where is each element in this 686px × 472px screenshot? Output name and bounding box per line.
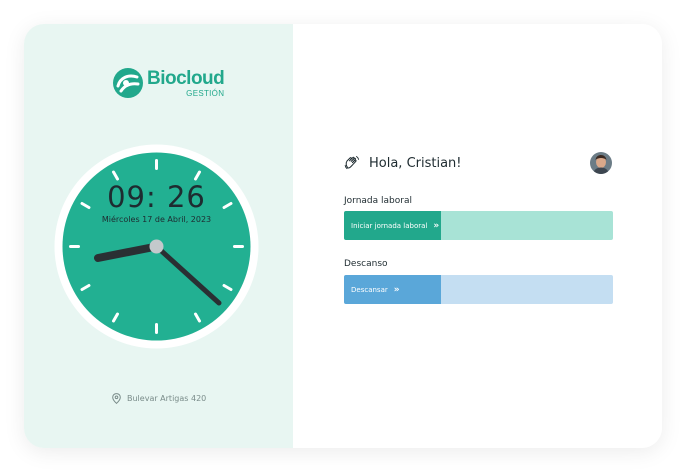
start-break-label: Descansar [351,285,388,294]
clock-center [149,239,164,254]
brand-logo: Biocloud GESTIÓN [112,67,225,99]
map-pin-icon [112,393,121,404]
start-break-button[interactable]: Descansar » [344,275,441,304]
brand-name: Biocloud [147,67,225,89]
user-avatar-icon [590,152,612,174]
double-chevron-right-icon: » [433,220,440,231]
brand-subtitle: GESTIÓN [186,88,225,98]
work-section-label: Jornada laboral [344,196,412,206]
biocloud-logo-icon [113,68,143,98]
app-card: Biocloud GESTIÓN 09: 26 Miércoles 17 de … [24,24,662,448]
analog-clock: 09: 26 Miércoles 17 de Abril, 2023 [54,144,259,349]
break-section-label: Descanso [344,259,388,269]
location: Bulevar Artigas 420 [112,393,206,404]
waving-hand-icon [344,156,360,170]
greeting: Hola, Cristian! [344,155,462,171]
start-workday-label: Iniciar jornada laboral [351,221,428,230]
work-progress-track [441,211,613,240]
digital-time: 09: 26 [107,180,206,214]
start-workday-button[interactable]: Iniciar jornada laboral » [344,211,441,240]
current-date: Miércoles 17 de Abril, 2023 [101,215,212,224]
break-progress-track [441,275,613,304]
clock-panel: Biocloud GESTIÓN 09: 26 Miércoles 17 de … [24,24,293,448]
double-chevron-right-icon: » [393,284,400,295]
user-avatar[interactable] [590,152,612,174]
greeting-text: Hola, Cristian! [369,155,462,171]
work-bar: Iniciar jornada laboral » [344,211,613,240]
break-bar: Descansar » [344,275,613,304]
clock-face [54,144,259,349]
main-panel: Hola, Cristian! Jornada laboral Iniciar … [293,24,662,448]
address-text: Bulevar Artigas 420 [127,394,207,403]
